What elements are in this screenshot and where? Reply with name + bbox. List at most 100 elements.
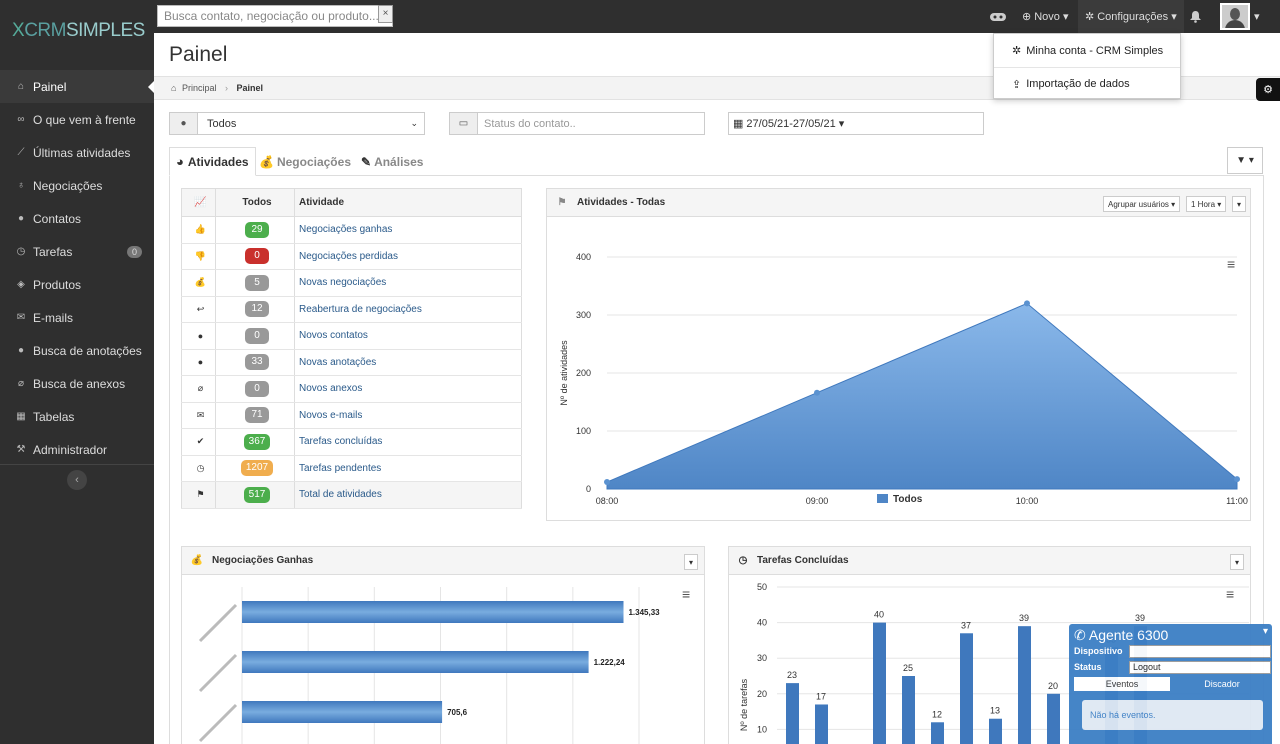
bar bbox=[242, 601, 624, 623]
menu-item-importacao[interactable]: ⇪ Importação de dados bbox=[994, 67, 1180, 100]
count-cell: 0 bbox=[215, 242, 295, 270]
activity-link[interactable]: Tarefas pendentes bbox=[294, 454, 522, 482]
activity-link[interactable]: Novos e-mails bbox=[294, 401, 522, 429]
tab-analises[interactable]: ✎ Análises bbox=[355, 147, 429, 176]
activity-link[interactable]: Total de atividades bbox=[294, 481, 522, 509]
sidebar-item[interactable]: ∞ O que vem à frente bbox=[0, 103, 154, 136]
filter-button[interactable]: ▼ ▾ bbox=[1227, 147, 1263, 174]
panel-title: Negociações Ganhas bbox=[212, 555, 314, 566]
chevron-down-icon[interactable]: ▾ bbox=[1263, 626, 1268, 637]
chevron-left-icon[interactable]: ‹ bbox=[67, 469, 87, 490]
activity-link[interactable]: Novas anotações bbox=[294, 348, 522, 376]
data-point bbox=[1024, 300, 1030, 307]
table-row: ◷ 1207 Tarefas pendentes bbox=[181, 454, 522, 482]
sidebar-item[interactable]: ⚒ Administrador bbox=[0, 433, 154, 466]
search-input[interactable]: Busca contato, negociação ou produto... bbox=[157, 5, 393, 27]
sidebar-item-label: Busca de anotações bbox=[33, 343, 142, 358]
activity-link[interactable]: Tarefas concluídas bbox=[294, 428, 522, 456]
activity-link[interactable]: Negociações ganhas bbox=[294, 216, 522, 244]
bar-total-label: 12 bbox=[932, 709, 942, 719]
activity-table: 📈 Todos Atividade 👍 29 Negociações ganhas 👎… bbox=[181, 188, 522, 509]
gamepad-icon[interactable] bbox=[990, 0, 1006, 33]
clear-search-button[interactable]: × bbox=[378, 5, 393, 23]
tab-negociacoes[interactable]: 💰 Negociações bbox=[253, 147, 357, 176]
config-menu-button[interactable]: ✲ Configurações ▾ bbox=[1078, 0, 1184, 33]
menu-item-minha-conta[interactable]: ✲ Minha conta - CRM Simples bbox=[994, 34, 1180, 67]
collapse-sidebar[interactable]: ‹ bbox=[0, 464, 154, 494]
count-cell: 12 bbox=[215, 295, 295, 323]
breadcrumb-current: Painel bbox=[236, 83, 264, 93]
bar-total-label: 37 bbox=[961, 620, 971, 630]
status-input[interactable]: Status do contato.. bbox=[478, 118, 576, 130]
thumbs-up-icon: 👍 bbox=[181, 216, 216, 244]
binoculars-icon: ∞ bbox=[17, 114, 25, 125]
bar-total-label: 39 bbox=[1019, 613, 1029, 623]
won-deals-chart: ≡ 1.345,33 1.222,24 705,6 bbox=[198, 586, 690, 744]
activity-link[interactable]: Reabertura de negociações bbox=[294, 295, 522, 323]
logo-crm: CRM bbox=[24, 20, 66, 41]
menu-icon: ≡ bbox=[1226, 586, 1234, 602]
tab-atividades[interactable]: ◕ Atividades bbox=[169, 147, 256, 176]
count-badge: 0 bbox=[245, 327, 269, 344]
table-row: ● 33 Novas anotações bbox=[181, 348, 522, 376]
count-cell: 517 bbox=[215, 481, 295, 509]
legend-swatch bbox=[877, 494, 888, 503]
x-tick-label: 10:00 bbox=[1016, 496, 1039, 506]
paperclip-icon: ⌀ bbox=[181, 375, 216, 403]
avatar-caret[interactable]: ▾ bbox=[1254, 0, 1260, 33]
tab-discador[interactable]: Discador bbox=[1174, 677, 1270, 691]
logo[interactable]: X CRM SIMPLES bbox=[0, 0, 154, 62]
pie-icon: ◕ bbox=[176, 154, 184, 169]
activity-link[interactable]: Novos contatos bbox=[294, 322, 522, 350]
bell-icon[interactable] bbox=[1190, 0, 1201, 33]
count-badge: 12 bbox=[245, 301, 269, 318]
status-filter[interactable]: ▭ Status do contato.. bbox=[449, 112, 705, 135]
status-select[interactable]: Logout bbox=[1129, 661, 1271, 674]
date-filter[interactable]: ▦ 27/05/21-27/05/21 ▾ bbox=[728, 112, 984, 135]
grid-icon: ▦ bbox=[16, 411, 26, 422]
count-badge: 71 bbox=[245, 407, 269, 424]
chevron-down-icon: ⌄ bbox=[410, 118, 418, 128]
sidebar-item[interactable]: ◈ Produtos bbox=[0, 268, 154, 301]
menu-icon: ≡ bbox=[1227, 256, 1235, 272]
tab-eventos[interactable]: Eventos bbox=[1074, 677, 1170, 691]
sidebar-item[interactable]: ⟋ Últimas atividades bbox=[0, 136, 154, 169]
panel-menu-dropdown[interactable]: ▾ bbox=[1230, 554, 1245, 570]
sidebar-item[interactable]: ⌀ Busca de anexos bbox=[0, 367, 154, 400]
activity-link[interactable]: Novos anexos bbox=[294, 375, 522, 403]
sidebar-item[interactable]: ✉ E-mails bbox=[0, 301, 154, 334]
new-menu-button[interactable]: ⊕ Novo ▾ bbox=[1022, 0, 1068, 33]
agent-title: ✆ Agente 6300 ▾ bbox=[1074, 626, 1268, 643]
comment-icon: ● bbox=[181, 348, 216, 376]
device-select[interactable] bbox=[1129, 645, 1271, 658]
thumbs-down-icon: 👎 bbox=[181, 242, 216, 270]
sidebar-item[interactable]: ▦ Tabelas bbox=[0, 400, 154, 433]
data-point bbox=[1234, 476, 1240, 483]
menu-icon: ≡ bbox=[682, 586, 690, 602]
sidebar-item[interactable]: ◷ Tarefas 0 bbox=[0, 235, 154, 268]
interval-dropdown[interactable]: 1 Hora ▾ bbox=[1186, 196, 1227, 212]
table-row: 👎 0 Negociações perdidas bbox=[181, 242, 522, 270]
user-filter[interactable]: ● Todos ⌄ bbox=[169, 112, 425, 135]
count-cell: 367 bbox=[215, 428, 295, 456]
breadcrumb-home[interactable]: Principal bbox=[182, 83, 217, 93]
activity-link[interactable]: Negociações perdidas bbox=[294, 242, 522, 270]
settings-gear-button[interactable]: ⚙ bbox=[1256, 78, 1280, 101]
panel-menu-dropdown[interactable]: ▾ bbox=[1232, 196, 1247, 212]
sidebar-item-label: Negociações bbox=[33, 178, 103, 193]
y-axis-label: Nº de tarefas bbox=[739, 678, 749, 731]
bar bbox=[902, 676, 915, 744]
bar-total-label: 13 bbox=[990, 706, 1000, 716]
wrench-icon: ⚒ bbox=[16, 444, 26, 455]
avatar[interactable] bbox=[1220, 3, 1250, 30]
sidebar-item[interactable]: ♁ Negociações bbox=[0, 169, 154, 202]
sidebar-item[interactable]: ● Contatos bbox=[0, 202, 154, 235]
panel-header: 💰 Negociações Ganhas ▾ bbox=[182, 547, 704, 575]
group-users-dropdown[interactable]: Agrupar usuários ▾ bbox=[1103, 196, 1181, 212]
sidebar-item[interactable]: ⌂ Painel bbox=[0, 70, 154, 103]
sidebar-item[interactable]: ● Busca de anotações bbox=[0, 334, 154, 367]
chart-icon: 📈 bbox=[181, 188, 216, 217]
activity-link[interactable]: Novas negociações bbox=[294, 269, 522, 297]
x-tick-label: 08:00 bbox=[596, 496, 619, 506]
panel-menu-dropdown[interactable]: ▾ bbox=[684, 554, 699, 570]
